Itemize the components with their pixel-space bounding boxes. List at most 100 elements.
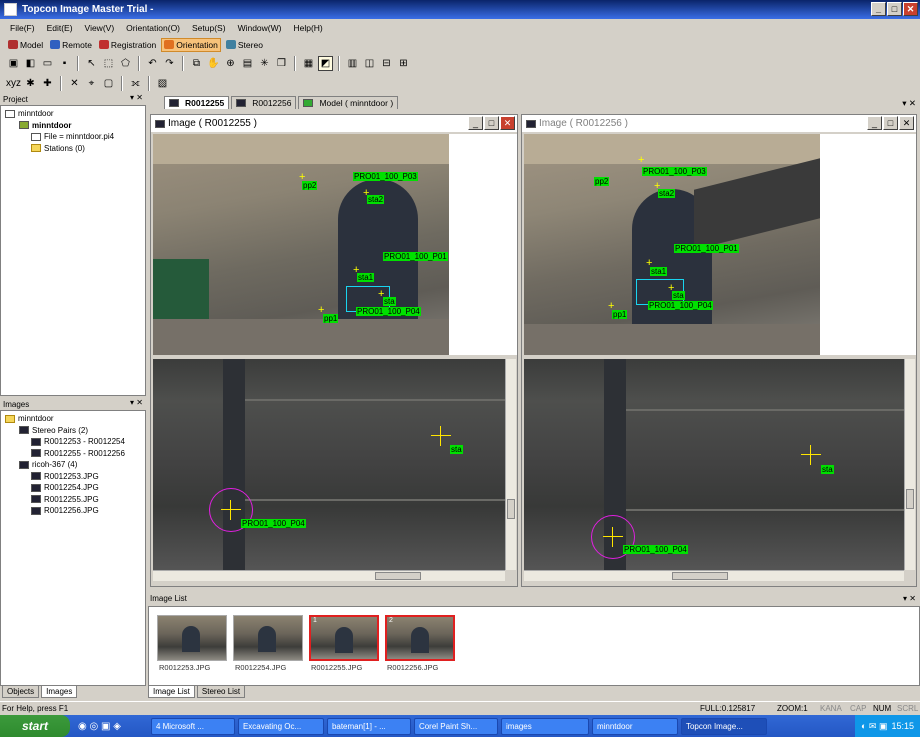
image-thumbnail-selected[interactable]: 1	[309, 615, 379, 661]
tab-r0012255[interactable]: R0012255	[164, 96, 230, 109]
report-icon[interactable]: ▧	[155, 75, 170, 91]
minimize-button[interactable]: _	[468, 116, 483, 130]
scroll-thumb[interactable]	[906, 489, 914, 509]
maximize-button[interactable]: □	[883, 116, 898, 130]
new-icon[interactable]: ▣	[6, 55, 21, 71]
scroll-thumb[interactable]	[375, 572, 421, 580]
tray-icons[interactable]: ◐ ✉ ▣	[861, 721, 887, 732]
tab-model[interactable]: Model ( minntdoor )	[298, 96, 399, 109]
pointer-icon[interactable]: ↖	[84, 55, 99, 71]
tree-item[interactable]: minntdoor	[1, 108, 145, 120]
lasso-icon[interactable]: ⬠	[118, 55, 133, 71]
tree-item[interactable]: ricoh-367 (4)	[1, 459, 145, 471]
tree-item[interactable]: minntdoor	[1, 413, 145, 425]
minimize-button[interactable]: _	[871, 2, 886, 16]
cross-icon[interactable]: ✕	[67, 75, 82, 91]
marker-icon[interactable]: ✚	[40, 75, 55, 91]
taskbar-item[interactable]: minntdoor	[591, 717, 678, 735]
undo-icon[interactable]: ↶	[145, 55, 160, 71]
mode-registration-button[interactable]: Registration	[97, 39, 158, 51]
zoom-photo[interactable]: sta PRO01_100_P04	[153, 359, 505, 570]
split-icon[interactable]: ⊟	[379, 55, 394, 71]
menu-edit[interactable]: Edit(E)	[47, 23, 73, 33]
close-button[interactable]: ✕	[899, 116, 914, 130]
zoom-icon[interactable]: ⊕	[223, 55, 238, 71]
doc-close-icon[interactable]: ▾ ✕	[902, 98, 916, 109]
target-icon[interactable]: ⌖	[84, 75, 99, 91]
open-icon[interactable]: ▭	[40, 55, 55, 71]
panel-close-icon[interactable]: ▾ ✕	[130, 398, 143, 407]
tab-stereo-list[interactable]: Stereo List	[196, 686, 246, 698]
grid-icon[interactable]: ▦	[301, 55, 316, 71]
taskbar-item-active[interactable]: Topcon Image...	[680, 717, 767, 735]
image-thumbnail-selected[interactable]: 2	[385, 615, 455, 661]
tab-image-list[interactable]: Image List	[148, 686, 195, 698]
split-horizontal-icon[interactable]: ⊞	[396, 55, 411, 71]
sparkle-icon[interactable]: ✳	[257, 55, 272, 71]
tile-icon[interactable]: ▥	[345, 55, 360, 71]
taskbar-item[interactable]: 4 Microsoft ...	[150, 717, 235, 735]
layers-icon[interactable]: ❒	[274, 55, 289, 71]
menu-view[interactable]: View(V)	[85, 23, 115, 33]
tree-item[interactable]: R0012254.JPG	[1, 482, 145, 494]
menu-file[interactable]: File(F)	[10, 23, 35, 33]
quick-launch-icons[interactable]: ◉ ◎ ▣ ◈	[78, 721, 121, 732]
box-icon[interactable]: ▢	[101, 75, 116, 91]
maximize-button[interactable]: □	[887, 2, 902, 16]
color-points-icon[interactable]: ✱	[23, 75, 38, 91]
hand-icon[interactable]: ✋	[206, 55, 221, 71]
menu-help[interactable]: Help(H)	[293, 23, 322, 33]
image-thumbnail[interactable]	[157, 615, 227, 661]
vertical-scrollbar[interactable]	[505, 359, 516, 570]
close-button[interactable]: ✕	[903, 2, 918, 16]
tree-item[interactable]: minntdoor	[1, 120, 145, 132]
scroll-thumb[interactable]	[672, 572, 728, 580]
tree-item[interactable]: Stations (0)	[1, 143, 145, 155]
panel-close-icon[interactable]: ▾ ✕	[903, 594, 916, 603]
new-project-icon[interactable]: ◧	[23, 55, 38, 71]
taskbar-item[interactable]: Excavating Oc...	[237, 717, 324, 735]
tree-item[interactable]: R0012253.JPG	[1, 471, 145, 483]
fit-icon[interactable]: ▤	[240, 55, 255, 71]
horizontal-scrollbar[interactable]	[524, 570, 904, 581]
rect-select-icon[interactable]: ⬚	[101, 55, 116, 71]
vertical-scrollbar[interactable]	[904, 359, 915, 570]
menu-setup[interactable]: Setup(S)	[192, 23, 226, 33]
menu-orientation[interactable]: Orientation(O)	[126, 23, 180, 33]
copy-icon[interactable]: ⧉	[189, 55, 204, 71]
tree-item[interactable]: Stereo Pairs (2)	[1, 425, 145, 437]
measure-icon[interactable]: ⟗	[128, 75, 143, 91]
scroll-thumb[interactable]	[507, 499, 515, 519]
minimize-button[interactable]: _	[867, 116, 882, 130]
mode-stereo-button[interactable]: Stereo	[224, 39, 265, 51]
redo-icon[interactable]: ↷	[162, 55, 177, 71]
horizontal-scrollbar[interactable]	[153, 570, 505, 581]
zoom-photo[interactable]: sta PRO01_100_P04	[524, 359, 904, 570]
tree-item[interactable]: R0012255.JPG	[1, 494, 145, 506]
taskbar-item[interactable]: bateman[1] - ...	[326, 717, 411, 735]
save-icon[interactable]: ▪	[57, 55, 72, 71]
xyz-icon[interactable]: xyz	[6, 75, 21, 91]
mode-orientation-button[interactable]: Orientation	[161, 37, 221, 52]
tree-item[interactable]: R0012253 - R0012254	[1, 436, 145, 448]
tree-item[interactable]: File = minntdoor.pi4	[1, 131, 145, 143]
taskbar-item[interactable]: images	[500, 717, 589, 735]
overview-photo[interactable]: + pp2 PRO01_100_P03 + sta2 PRO01_100_P01…	[524, 134, 820, 355]
tab-r0012256[interactable]: R0012256	[231, 96, 297, 109]
menu-window[interactable]: Window(W)	[238, 23, 282, 33]
close-button[interactable]: ✕	[500, 116, 515, 130]
maximize-button[interactable]: □	[484, 116, 499, 130]
start-button[interactable]: start	[0, 715, 70, 737]
tree-item[interactable]: R0012255 - R0012256	[1, 448, 145, 460]
tab-objects[interactable]: Objects	[2, 686, 40, 698]
tree-item[interactable]: R0012256.JPG	[1, 505, 145, 517]
tab-images[interactable]: Images	[41, 686, 78, 698]
overview-photo[interactable]: + pp2 PRO01_100_P03 + sta2 PRO01_100_P01…	[153, 134, 449, 355]
mode-remote-button[interactable]: Remote	[48, 39, 94, 51]
image-thumbnail[interactable]	[233, 615, 303, 661]
panel-close-icon[interactable]: ▾ ✕	[130, 93, 143, 102]
mode-model-button[interactable]: Model	[6, 39, 45, 51]
tile-vertical-icon[interactable]: ◫	[362, 55, 377, 71]
image-mode-icon[interactable]: ◩	[318, 55, 333, 71]
taskbar-item[interactable]: Corel Paint Sh...	[413, 717, 498, 735]
